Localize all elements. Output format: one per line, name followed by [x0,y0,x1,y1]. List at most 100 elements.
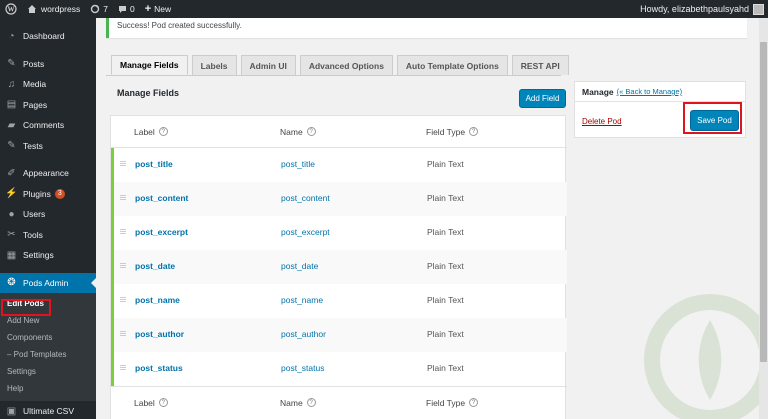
submenu-components[interactable]: Components [0,329,96,346]
drag-handle-icon[interactable] [120,297,126,302]
sidebar-item-comments[interactable]: ▰ Comments [0,115,96,136]
sidebar-item-label: Plugins [23,188,51,199]
my-account[interactable]: Howdy, elizabethpaulsyahd [640,0,764,18]
tab-admin-ui[interactable]: Admin UI [240,55,296,75]
drag-handle-icon[interactable] [120,365,126,370]
tab-manage-fields[interactable]: Manage Fields [111,55,188,75]
table-row[interactable]: post_date post_date Plain Text [111,250,567,284]
help-icon[interactable]: ? [158,127,168,136]
tab-advanced-options[interactable]: Advanced Options [299,55,393,75]
sidebar-item-label: Settings [23,250,54,261]
drag-handle-icon[interactable] [120,263,126,268]
table-row[interactable]: post_excerpt post_excerpt Plain Text [111,216,567,250]
delete-pod-link[interactable]: Delete Pod [582,117,622,126]
sidebar-item-tools[interactable]: ✂ Tools [0,225,96,246]
success-notice: Success! Pod created successfully. [106,18,747,38]
column-type-text: Field Type [426,397,466,408]
wordpress-logo-icon[interactable]: W [0,0,22,18]
field-name: post_date [281,261,319,271]
help-icon[interactable]: ? [306,127,316,136]
submenu-settings[interactable]: Settings [0,363,96,380]
new-content-link[interactable]: + New [140,0,176,18]
sidebar-item-users[interactable]: ● Users [0,204,96,225]
settings-icon: ▦ [6,249,17,261]
help-icon[interactable]: ? [306,398,316,407]
tab-rest-api[interactable]: REST API [511,55,569,75]
field-name: post_status [281,363,325,373]
sidebar-item-ultimate-csv[interactable]: ▣ Ultimate CSV [0,401,96,419]
table-row[interactable]: post_status post_status Plain Text [111,352,567,386]
sidebar-item-dashboard[interactable]: ◔ Dashboard [0,26,96,47]
scrollbar-thumb[interactable] [760,42,767,362]
add-field-button[interactable]: Add Field [519,89,566,108]
sidebar-item-tests[interactable]: ✎ Tests [0,136,96,157]
field-name: post_name [281,295,324,305]
column-header-label: Label ? [134,127,168,137]
tab-labels[interactable]: Labels [191,55,237,75]
avatar [753,3,764,15]
users-icon: ● [8,208,15,220]
updates-link[interactable]: 7 [85,0,113,18]
field-name: post_title [281,159,316,169]
sidebar-item-pods-admin[interactable]: ❂ Pods Admin [0,272,96,293]
admin-sidebar: ◔ Dashboard ✎ Posts ♫ Media ▤ Pages ▰ Co… [0,18,96,419]
tab-divider [106,75,561,76]
pod-tabs: Manage Fields Labels Admin UI Advanced O… [111,55,569,75]
drag-handle-icon[interactable] [120,331,126,336]
back-to-manage-link[interactable]: (« Back to Manage) [617,87,682,96]
submenu-help[interactable]: Help [0,380,96,397]
sidebar-item-media[interactable]: ♫ Media [0,74,96,95]
table-row[interactable]: post_content post_content Plain Text [111,182,567,216]
field-type: Plain Text [427,193,464,203]
help-icon[interactable]: ? [469,398,479,407]
drag-handle-icon[interactable] [120,161,126,166]
updates-count: 7 [103,4,108,14]
field-name: post_content [281,193,330,203]
submenu-pod-templates[interactable]: – Pod Templates [0,346,96,363]
tab-auto-template-options[interactable]: Auto Template Options [396,55,508,75]
field-label-link[interactable]: post_date [135,261,175,271]
dashboard-icon: ◔ [8,30,15,42]
help-icon[interactable]: ? [469,127,479,136]
field-type: Plain Text [427,295,464,305]
table-row[interactable]: post_author post_author Plain Text [111,318,567,352]
field-label-link[interactable]: post_title [135,159,173,169]
sidebar-item-plugins[interactable]: ⚡ Plugins 3 [0,184,96,205]
sidebar-item-label: Ultimate CSV [23,406,75,417]
field-type: Plain Text [427,159,464,169]
sidebar-item-settings[interactable]: ▦ Settings [0,245,96,266]
field-name: post_author [281,329,326,339]
pages-icon: ▤ [6,99,17,111]
table-footer: Label ? Name ? Field Type ? [111,386,567,418]
sidebar-item-appearance[interactable]: ✐ Appearance [0,163,96,184]
wrench-icon: ✂ [7,229,16,241]
pods-watermark-icon [644,294,768,419]
sidebar-item-pages[interactable]: ▤ Pages [0,95,96,116]
column-header-field-type: Field Type ? [426,127,479,137]
field-label-link[interactable]: post_author [135,329,184,339]
drag-handle-icon[interactable] [120,229,126,234]
table-row[interactable]: post_title post_title Plain Text [111,148,567,182]
manage-panel-header: Manage (« Back to Manage) [575,82,745,102]
sidebar-item-label: Users [23,209,46,220]
field-label-link[interactable]: post_excerpt [135,227,188,237]
page-scrollbar[interactable] [759,18,768,419]
field-label-link[interactable]: post_content [135,193,188,203]
field-type: Plain Text [427,363,464,373]
manage-title: Manage [582,86,614,97]
updates-icon [90,4,100,14]
comments-link[interactable]: 0 [113,0,140,18]
sidebar-item-label: Media [23,79,47,90]
field-label-link[interactable]: post_name [135,295,180,305]
help-icon[interactable]: ? [158,398,168,407]
field-label-link[interactable]: post_status [135,363,183,373]
sidebar-item-posts[interactable]: ✎ Posts [0,54,96,75]
drag-handle-icon[interactable] [120,195,126,200]
field-name: post_excerpt [281,227,330,237]
table-header: Label ? Name ? Field Type ? [111,116,567,148]
site-name-link[interactable]: wordpress [22,0,85,18]
notice-text: Success! Pod created successfully. [117,21,242,30]
highlight-box-edit-pods [1,299,51,316]
media-icon: ♫ [7,78,16,90]
table-row[interactable]: post_name post_name Plain Text [111,284,567,318]
